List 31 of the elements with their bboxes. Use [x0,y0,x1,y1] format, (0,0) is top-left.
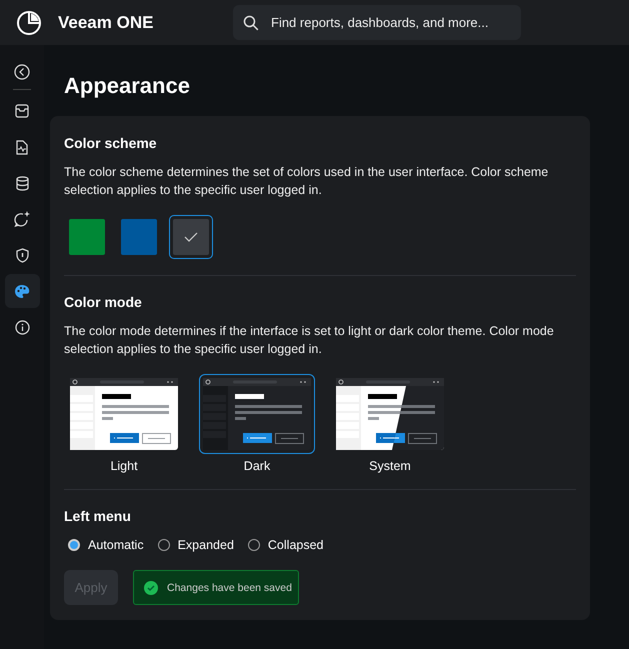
radio-label[interactable]: Automatic [88,538,144,552]
sidebar-item[interactable] [4,274,40,308]
palette-icon [14,284,30,298]
radio-button[interactable] [68,539,80,551]
radio-button[interactable] [158,539,170,551]
success-check-icon [144,580,158,594]
section-title: Color mode [64,294,143,310]
radio-label[interactable]: Collapsed [268,538,324,552]
theme-label: Light [110,459,138,473]
app-name: Veeam ONE [58,12,154,32]
shield-icon [16,248,28,262]
theme-label: Dark [244,459,270,473]
section-description: The color mode determines if the interface is set to light or dark color theme. Color mode selection applies to the specific user logged in. [64,323,555,358]
color-swatch[interactable] [169,215,213,259]
toast-message: Changes have been saved [167,582,292,594]
back-icon[interactable] [14,64,30,80]
checkmark-icon [184,232,198,242]
section-title: Left menu [64,508,132,524]
section-description: The color scheme determines the set of colors used in the user interface. Color scheme selection applies to the specific user logged in. [64,164,550,199]
database-icon [16,176,28,190]
pie-chart-icon [16,10,42,36]
page-title: Appearance [64,73,191,99]
radio-label[interactable]: Expanded [178,538,234,552]
chat-sparkle-icon [14,211,30,227]
radio-button[interactable] [248,539,260,551]
theme-label: System [369,459,411,473]
document-icon [15,140,29,154]
info-icon [14,320,30,334]
tray-icon [15,104,29,118]
section-title: Color scheme [64,135,158,151]
search-field[interactable]: Find reports, dashboards, and more... [233,5,521,40]
